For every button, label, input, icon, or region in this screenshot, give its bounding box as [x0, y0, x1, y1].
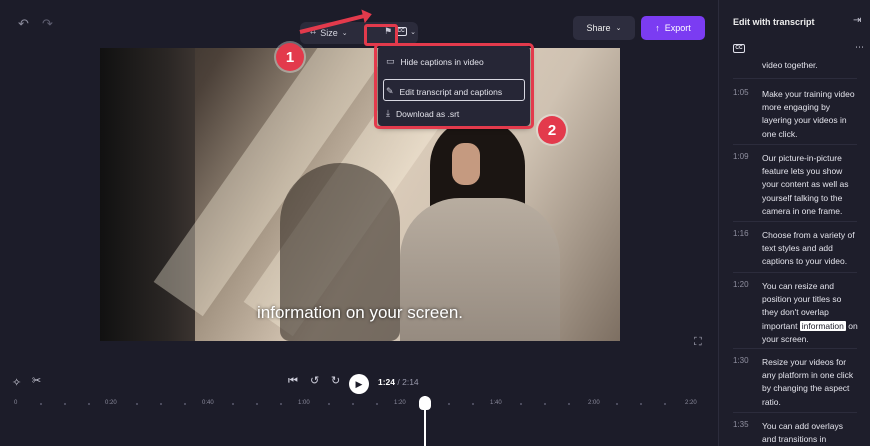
playhead-handle[interactable]: [419, 396, 431, 410]
transcript-divider: [733, 348, 857, 349]
timeline-tick: 1:20: [394, 400, 406, 406]
play-icon: ▶: [355, 378, 363, 389]
export-label: Export: [664, 23, 691, 33]
timeline-dot: [184, 403, 186, 405]
share-label: Share: [586, 23, 611, 33]
total-time: 2:14: [402, 377, 419, 387]
timeline-dot: [136, 403, 138, 405]
transcript-divider: [733, 412, 857, 413]
annotation-badge-2: 2: [538, 116, 566, 144]
annotation-badge-1: 1: [276, 43, 304, 71]
scissors-icon[interactable]: ✂: [32, 374, 41, 387]
timeline-tick: 2:20: [685, 400, 697, 406]
timeline-dot: [256, 403, 258, 405]
timeline-dot: [616, 403, 618, 405]
segment-time: 1:20: [733, 280, 749, 289]
timeline-dot: [472, 403, 474, 405]
video-preview[interactable]: information on your screen.: [100, 48, 620, 341]
timeline-dot: [544, 403, 546, 405]
current-time: 1:24: [378, 377, 396, 387]
transcript-header: Edit with transcript ⇥: [719, 0, 870, 40]
segment-time: 1:30: [733, 356, 749, 365]
highlighted-word[interactable]: information: [799, 320, 846, 331]
transcript-list: video together. 1:05 Make your training …: [719, 62, 870, 446]
video-caption: information on your screen.: [257, 303, 463, 322]
export-button[interactable]: ↑ Export: [641, 16, 705, 40]
timeline-dot: [640, 403, 642, 405]
chevron-down-icon: ⌄: [341, 29, 348, 37]
segment-time: 1:05: [733, 88, 749, 97]
timeline-tick: 0: [14, 400, 18, 406]
timeline-dot: [664, 403, 666, 405]
transcript-divider: [733, 78, 857, 79]
magic-wand-icon[interactable]: ✧: [12, 376, 21, 389]
segment-text[interactable]: You can resize and position your titles …: [762, 280, 858, 346]
captions-icon[interactable]: CC: [733, 44, 745, 53]
segment-time: 1:09: [733, 152, 749, 161]
share-button[interactable]: Share ⌄: [573, 16, 635, 40]
segment-text[interactable]: You can add overlays and transitions in: [762, 420, 858, 446]
timeline-dot: [280, 403, 282, 405]
timeline-dot: [64, 403, 66, 405]
timeline-ruler[interactable]: 0 0:20 0:40 1:00 1:20 1:40 2:00 2:20: [0, 396, 718, 410]
segment-text[interactable]: Our picture-in-picture feature lets you …: [762, 152, 858, 218]
undo-icon[interactable]: ↶: [18, 16, 29, 32]
segment-text[interactable]: Resize your videos for any platform in o…: [762, 356, 858, 409]
chevron-down-icon: ⌄: [410, 28, 416, 36]
annotation-highlight-menu: [374, 43, 534, 129]
timeline-tick: 0:20: [105, 400, 117, 406]
timeline-dot: [88, 403, 90, 405]
top-toolbar: ↶ ↷ ⌗ Size ⌄ ⚑ CC ⌄ Share ⌄ ↑ Export: [0, 0, 718, 46]
timeline-dot: [520, 403, 522, 405]
upload-icon: ↑: [655, 23, 660, 33]
fullscreen-icon[interactable]: ⛶: [694, 336, 702, 349]
segment-text[interactable]: Choose from a variety of text styles and…: [762, 229, 858, 269]
skip-back-icon[interactable]: ⏮: [288, 375, 298, 388]
video-scene-person-face: [452, 143, 480, 185]
timeline-dot: [160, 403, 162, 405]
timeline-dot: [328, 403, 330, 405]
collapse-panel-icon[interactable]: ⇥: [853, 15, 861, 26]
transcript-divider: [733, 221, 857, 222]
segment-text[interactable]: Make your training video more engaging b…: [762, 88, 858, 141]
redo-icon[interactable]: ↷: [42, 16, 53, 32]
forward-icon[interactable]: ↻: [331, 374, 340, 387]
editor-main-panel: ↶ ↷ ⌗ Size ⌄ ⚑ CC ⌄ Share ⌄ ↑ Export inf…: [0, 0, 718, 446]
rewind-icon[interactable]: ↺: [310, 374, 319, 387]
timeline-tick: 2:00: [588, 400, 600, 406]
timeline-dot: [376, 403, 378, 405]
timeline-tick: 0:40: [202, 400, 214, 406]
timeline-dot: [40, 403, 42, 405]
segment-time: 1:35: [733, 420, 749, 429]
timeline-dot: [448, 403, 450, 405]
transcript-divider: [733, 144, 857, 145]
play-button[interactable]: ▶: [349, 374, 369, 394]
timeline-tick: 1:40: [490, 400, 502, 406]
transcript-panel: Edit with transcript ⇥ CC ⋯ video togeth…: [718, 0, 870, 446]
segment-time: 1:16: [733, 229, 749, 238]
timeline-dot: [232, 403, 234, 405]
video-editor-app: ↶ ↷ ⌗ Size ⌄ ⚑ CC ⌄ Share ⌄ ↑ Export inf…: [0, 0, 870, 446]
timeline-dot: [568, 403, 570, 405]
timeline-tick: 1:00: [298, 400, 310, 406]
timeline-dot: [352, 403, 354, 405]
chevron-down-icon: ⌄: [615, 25, 622, 32]
size-label: Size: [320, 27, 338, 38]
transcript-divider: [733, 272, 857, 273]
time-readout: 1:24 / 2:14: [378, 377, 419, 387]
transcript-partial-text: video together.: [762, 62, 818, 70]
transcript-title: Edit with transcript: [733, 17, 815, 27]
more-options-icon[interactable]: ⋯: [855, 42, 864, 53]
